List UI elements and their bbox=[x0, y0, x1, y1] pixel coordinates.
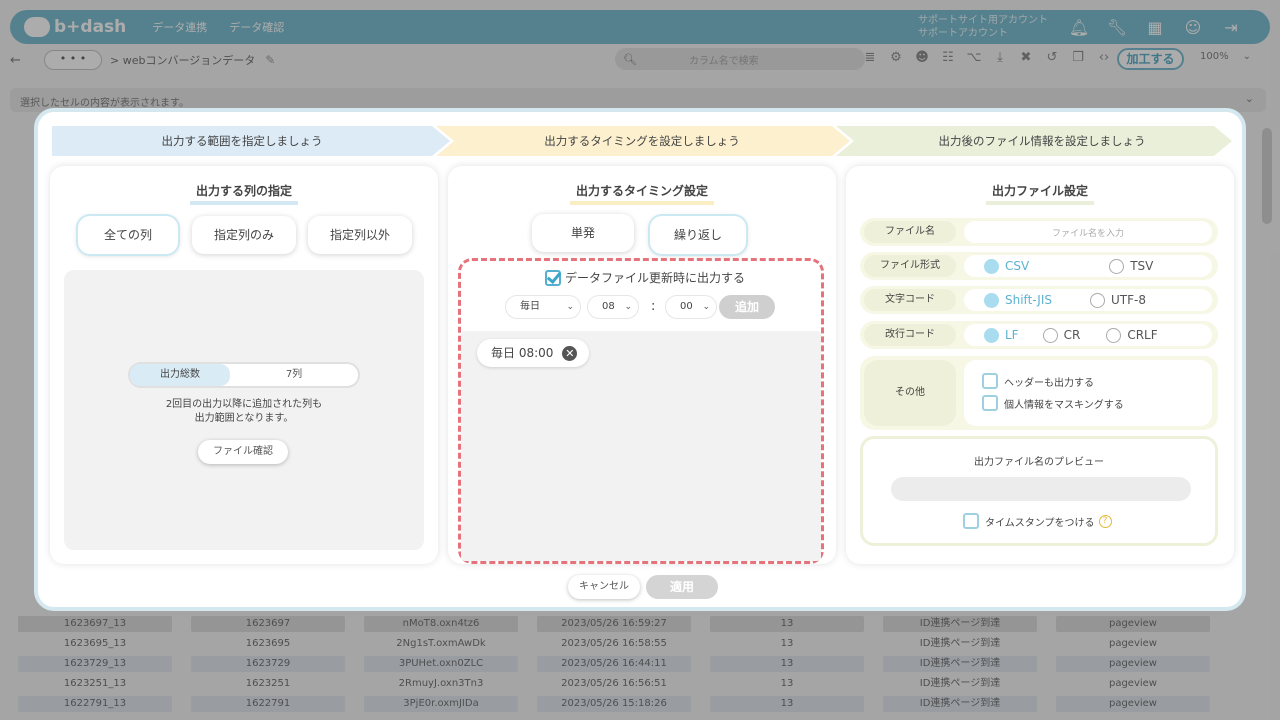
newline-options: LF CR CRLF bbox=[964, 324, 1212, 346]
crlf-radio[interactable] bbox=[1106, 327, 1122, 343]
shift-jis-radio[interactable] bbox=[984, 292, 999, 308]
minute-value: 00 bbox=[680, 301, 693, 312]
shift-jis-label[interactable]: Shift-JIS bbox=[1005, 293, 1052, 307]
other-options: ヘッダーも出力する 個人情報をマスキングする bbox=[964, 360, 1212, 426]
on-update-row[interactable]: データファイル更新時に出力する bbox=[545, 269, 745, 286]
file-check-button[interactable]: ファイル確認 bbox=[198, 440, 288, 464]
help-icon[interactable]: ? bbox=[1098, 514, 1112, 528]
close-icon[interactable]: ✕ bbox=[562, 346, 578, 361]
timestamp-checkbox[interactable] bbox=[963, 513, 979, 529]
output-settings-dialog: 出力する範囲を指定しましょう 出力するタイミングを設定しましょう 出力後のファイ… bbox=[34, 108, 1246, 611]
csv-radio[interactable] bbox=[984, 258, 999, 274]
timing-panel-title-text: 出力するタイミング設定 bbox=[569, 182, 714, 205]
crlf-label[interactable]: CRLF bbox=[1127, 328, 1157, 342]
step-2-label: 出力するタイミングを設定しましょう bbox=[544, 134, 740, 148]
columns-panel: 出力する列の指定 全ての列 指定列のみ 指定列以外 出力総数 7列 2回目の出力… bbox=[50, 166, 438, 564]
time-colon: : bbox=[651, 299, 656, 314]
output-total: 出力総数 7列 bbox=[128, 362, 360, 388]
cr-radio[interactable] bbox=[1042, 327, 1058, 343]
except-columns-button[interactable]: 指定列以外 bbox=[308, 216, 412, 254]
columns-panel-title: 出力する列の指定 bbox=[50, 182, 438, 205]
add-schedule-button[interactable]: 追加 bbox=[719, 295, 775, 319]
filename-placeholder: ファイル名を入力 bbox=[1051, 228, 1124, 239]
schedule-list: 毎日 08:00 ✕ bbox=[461, 331, 821, 561]
cancel-button[interactable]: キャンセル bbox=[568, 575, 640, 599]
filename-preview: 出力ファイル名のプレビュー タイムスタンプをつける ? bbox=[860, 436, 1218, 546]
format-options: CSV TSV bbox=[964, 255, 1212, 277]
preview-value bbox=[891, 477, 1191, 501]
output-total-label: 出力総数 bbox=[130, 364, 230, 386]
chevron-down-icon: ⌄ bbox=[566, 302, 574, 312]
frequency-select[interactable]: 毎日 ⌄ bbox=[505, 295, 581, 319]
columns-note-line2: 出力範囲となります。 bbox=[194, 413, 294, 424]
newline-label: 改行コード bbox=[864, 324, 956, 346]
chevron-down-icon: ⌄ bbox=[624, 302, 632, 312]
timestamp-option[interactable]: タイムスタンプをつける ? bbox=[963, 513, 1112, 529]
header-output-option[interactable]: ヘッダーも出力する bbox=[982, 370, 1212, 392]
cr-label[interactable]: CR bbox=[1064, 328, 1081, 342]
format-row: ファイル形式 CSV TSV bbox=[860, 252, 1218, 280]
single-run-button[interactable]: 単発 bbox=[532, 214, 634, 252]
header-output-checkbox[interactable] bbox=[982, 373, 998, 389]
preview-title: 出力ファイル名のプレビュー bbox=[974, 457, 1104, 468]
masking-option[interactable]: 個人情報をマスキングする bbox=[982, 392, 1212, 414]
filename-input[interactable]: ファイル名を入力 bbox=[964, 221, 1212, 243]
other-options-row: その他 ヘッダーも出力する 個人情報をマスキングする bbox=[860, 356, 1218, 430]
columns-summary-area: 出力総数 7列 2回目の出力以降に追加された列も 出力範囲となります。 ファイル… bbox=[64, 270, 424, 550]
lf-label[interactable]: LF bbox=[1005, 328, 1019, 342]
encoding-row: 文字コード Shift-JIS UTF-8 bbox=[860, 286, 1218, 314]
step-1-label: 出力する範囲を指定しましょう bbox=[161, 134, 323, 148]
format-label: ファイル形式 bbox=[864, 255, 956, 277]
header-output-label: ヘッダーも出力する bbox=[1004, 377, 1094, 389]
hour-value: 08 bbox=[602, 301, 615, 312]
apply-button[interactable]: 適用 bbox=[646, 575, 718, 599]
columns-note: 2回目の出力以降に追加された列も 出力範囲となります。 bbox=[64, 398, 424, 426]
lf-radio[interactable] bbox=[984, 327, 999, 343]
masking-checkbox[interactable] bbox=[982, 395, 998, 411]
all-columns-button[interactable]: 全ての列 bbox=[78, 216, 178, 254]
step-3-label: 出力後のファイル情報を設定しましょう bbox=[938, 134, 1146, 148]
tsv-radio[interactable] bbox=[1109, 258, 1125, 274]
minute-select[interactable]: 00 ⌄ bbox=[665, 295, 717, 319]
utf8-radio[interactable] bbox=[1089, 292, 1105, 308]
timing-panel-title: 出力するタイミング設定 bbox=[448, 182, 836, 205]
on-update-checkbox[interactable] bbox=[545, 269, 561, 286]
csv-label[interactable]: CSV bbox=[1005, 259, 1029, 273]
timing-panel: 出力するタイミング設定 単発 繰り返し データファイル更新時に出力する 毎日 ⌄ … bbox=[448, 166, 836, 564]
encoding-label: 文字コード bbox=[864, 289, 956, 311]
repeat-button[interactable]: 繰り返し bbox=[650, 216, 746, 254]
tsv-label[interactable]: TSV bbox=[1130, 259, 1153, 273]
repeat-settings-area: データファイル更新時に出力する 毎日 ⌄ 08 ⌄ : 00 ⌄ 追加 毎日 08:0… bbox=[458, 258, 824, 564]
on-update-label: データファイル更新時に出力する bbox=[565, 271, 746, 285]
filename-row: ファイル名 ファイル名を入力 bbox=[860, 218, 1218, 246]
utf8-label[interactable]: UTF-8 bbox=[1111, 293, 1146, 307]
hour-select[interactable]: 08 ⌄ bbox=[587, 295, 639, 319]
timestamp-label: タイムスタンプをつける bbox=[985, 517, 1095, 529]
chevron-down-icon: ⌄ bbox=[702, 302, 710, 312]
schedule-chip: 毎日 08:00 ✕ bbox=[477, 339, 590, 367]
output-total-value: 7列 bbox=[285, 369, 303, 380]
file-panel-title: 出力ファイル設定 bbox=[846, 182, 1234, 205]
newline-row: 改行コード LF CR CRLF bbox=[860, 321, 1218, 349]
columns-note-line1: 2回目の出力以降に追加された列も bbox=[165, 399, 323, 410]
specified-columns-button[interactable]: 指定列のみ bbox=[192, 216, 296, 254]
filename-label: ファイル名 bbox=[864, 221, 956, 243]
masking-label: 個人情報をマスキングする bbox=[1004, 399, 1124, 411]
file-panel-title-text: 出力ファイル設定 bbox=[985, 182, 1094, 205]
step-indicator: 出力する範囲を指定しましょう 出力するタイミングを設定しましょう 出力後のファイ… bbox=[52, 126, 1232, 156]
schedule-chip-label: 毎日 08:00 bbox=[491, 346, 554, 360]
encoding-options: Shift-JIS UTF-8 bbox=[964, 289, 1212, 311]
file-settings-panel: 出力ファイル設定 ファイル名 ファイル名を入力 ファイル形式 CSV TSV 文… bbox=[846, 166, 1234, 564]
other-label: その他 bbox=[864, 360, 956, 426]
columns-panel-title-text: 出力する列の指定 bbox=[189, 182, 298, 205]
frequency-value: 毎日 bbox=[520, 301, 540, 312]
